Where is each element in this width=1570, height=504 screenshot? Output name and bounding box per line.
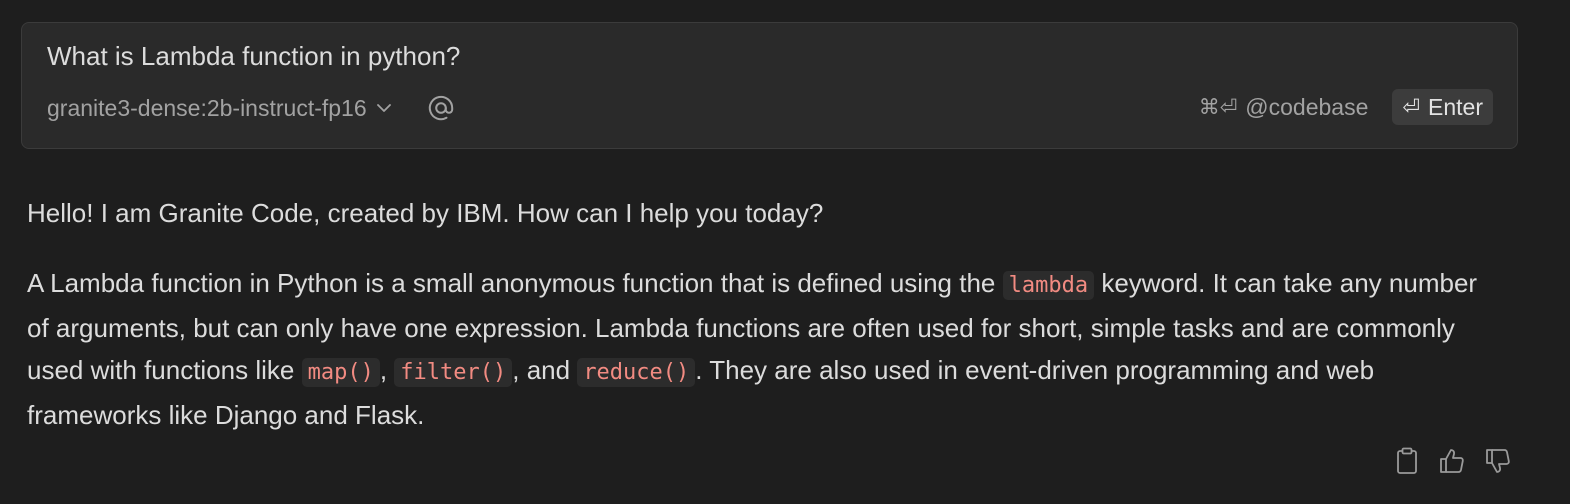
- greeting-text: Hello! I am Granite Code, created by IBM…: [27, 198, 824, 228]
- response-actions: [1376, 447, 1512, 475]
- codebase-shortcut: ⌘⏎: [1198, 95, 1238, 119]
- answer-text: , and: [512, 355, 578, 385]
- at-sign-icon[interactable]: [427, 94, 455, 122]
- input-toolbar-right: ⌘⏎ @codebase ⏎ Enter: [1199, 87, 1493, 127]
- model-selector[interactable]: granite3-dense:2b-instruct-fp16: [47, 95, 393, 122]
- enter-button[interactable]: ⏎ Enter: [1392, 89, 1493, 125]
- input-toolbar-left: granite3-dense:2b-instruct-fp16: [47, 91, 455, 125]
- clipboard-icon[interactable]: [1394, 447, 1420, 475]
- assistant-response: Hello! I am Granite Code, created by IBM…: [27, 192, 1497, 436]
- answer-paragraph: A Lambda function in Python is a small a…: [27, 262, 1497, 436]
- thumbs-down-icon[interactable]: [1484, 447, 1512, 475]
- chat-input-box[interactable]: What is Lambda function in python? grani…: [21, 22, 1518, 149]
- thumbs-up-icon[interactable]: [1438, 447, 1466, 475]
- question-text[interactable]: What is Lambda function in python?: [47, 41, 460, 72]
- answer-text: ,: [379, 355, 395, 385]
- model-name: granite3-dense:2b-instruct-fp16: [47, 94, 367, 121]
- inline-code-lambda: lambda: [1002, 271, 1095, 300]
- chat-panel: What is Lambda function in python? grani…: [0, 0, 1570, 504]
- chevron-down-icon: [376, 104, 391, 112]
- enter-label: Enter: [1428, 93, 1483, 120]
- codebase-button[interactable]: ⌘⏎ @codebase: [1199, 94, 1369, 121]
- inline-code-reduce: reduce(): [577, 358, 696, 387]
- enter-icon: ⏎: [1402, 95, 1421, 119]
- answer-text: A Lambda function in Python is a small a…: [27, 268, 1003, 298]
- inline-code-filter: filter(): [394, 358, 513, 387]
- codebase-label: @codebase: [1245, 93, 1369, 120]
- inline-code-map: map(): [301, 358, 380, 387]
